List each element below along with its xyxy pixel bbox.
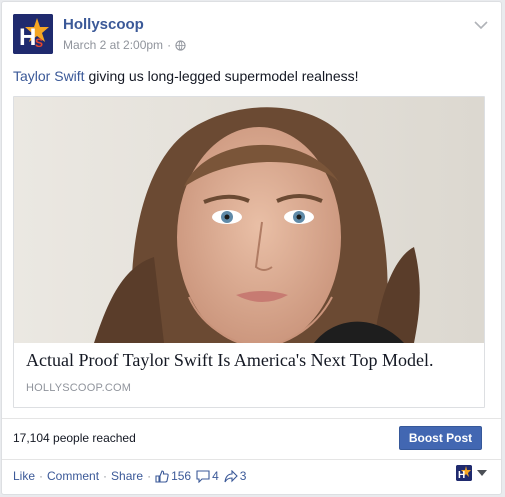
caret-down-icon — [477, 470, 487, 476]
action-separator: · — [103, 469, 108, 483]
svg-text:S: S — [35, 36, 43, 50]
globe-icon[interactable] — [175, 39, 186, 51]
post-actions: Like · Comment · Share · 156 4 3 — [13, 469, 251, 483]
post-message-text: giving us long-legged supermodel realnes… — [84, 68, 359, 84]
svg-text:H: H — [458, 470, 465, 481]
preview-image[interactable] — [14, 97, 484, 343]
page-avatar[interactable]: H S — [13, 14, 53, 54]
boost-post-button[interactable]: Boost Post — [399, 426, 482, 450]
people-reached[interactable]: 17,104 people reached — [13, 431, 136, 445]
comments-count[interactable]: 4 — [196, 469, 219, 483]
comments-count-value: 4 — [212, 469, 219, 483]
shares-count[interactable]: 3 — [224, 469, 247, 483]
post-message: Taylor Swift giving us long-legged super… — [13, 68, 359, 84]
share-link[interactable]: Share — [111, 469, 143, 483]
page-avatar-small: H — [456, 465, 472, 481]
post-meta: March 2 at 2:00pm · — [63, 38, 186, 52]
chevron-down-icon[interactable] — [472, 18, 490, 32]
mention-link[interactable]: Taylor Swift — [13, 68, 85, 84]
divider — [2, 418, 501, 419]
action-separator: · — [39, 469, 44, 483]
action-separator: · — [147, 469, 152, 483]
post-card: H S Hollyscoop March 2 at 2:00pm · Taylo… — [1, 1, 502, 495]
shares-count-value: 3 — [239, 469, 247, 483]
page-name-link[interactable]: Hollyscoop — [63, 16, 144, 33]
svg-text:H: H — [19, 24, 36, 51]
post-as-selector[interactable]: H — [456, 465, 487, 481]
preview-source: HOLLYSCOOP.COM — [26, 382, 132, 394]
thumbs-up-icon — [155, 469, 169, 483]
like-link[interactable]: Like — [13, 469, 35, 483]
comment-link[interactable]: Comment — [47, 469, 99, 483]
comment-bubble-icon — [196, 469, 210, 483]
link-preview[interactable]: Actual Proof Taylor Swift Is America's N… — [13, 96, 485, 408]
post-header: H S Hollyscoop March 2 at 2:00pm · — [13, 10, 490, 56]
likes-count-value: 156 — [171, 469, 192, 483]
post-timestamp[interactable]: March 2 at 2:00pm — [63, 38, 163, 52]
preview-title[interactable]: Actual Proof Taylor Swift Is America's N… — [26, 350, 434, 371]
share-arrow-icon — [224, 469, 238, 482]
meta-separator: · — [167, 38, 172, 52]
likes-count[interactable]: 156 — [155, 469, 191, 483]
divider — [2, 459, 501, 460]
